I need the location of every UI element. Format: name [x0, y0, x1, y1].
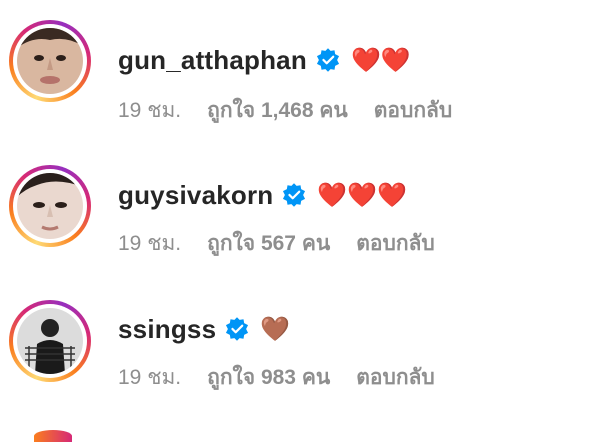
heart-emoji: ❤️❤️❤️	[317, 181, 408, 209]
username[interactable]: guysivakorn	[118, 180, 273, 211]
avatar[interactable]	[9, 300, 91, 382]
like-count[interactable]: ถูกใจ 567 คน	[207, 227, 330, 260]
like-count[interactable]: ถูกใจ 983 คน	[207, 361, 330, 394]
reply-button[interactable]: ตอบกลับ	[356, 361, 435, 394]
username[interactable]: ssingss	[118, 314, 216, 345]
verified-badge-icon	[281, 182, 307, 208]
verified-badge-icon	[224, 316, 250, 342]
comment-time: 19 ชม.	[118, 365, 182, 389]
comment-item: ssingss 🤎 19 ชม. ถูกใจ 983 คน ตอบกลับ	[0, 0, 598, 389]
reply-button[interactable]: ตอบกลับ	[356, 227, 435, 260]
avatar-partial	[34, 430, 72, 442]
profile-photo	[17, 308, 83, 374]
avatar[interactable]	[9, 165, 91, 247]
comment-time: 19 ชม.	[118, 231, 182, 255]
profile-photo	[17, 173, 83, 239]
brown-heart-emoji: 🤎	[260, 315, 291, 343]
